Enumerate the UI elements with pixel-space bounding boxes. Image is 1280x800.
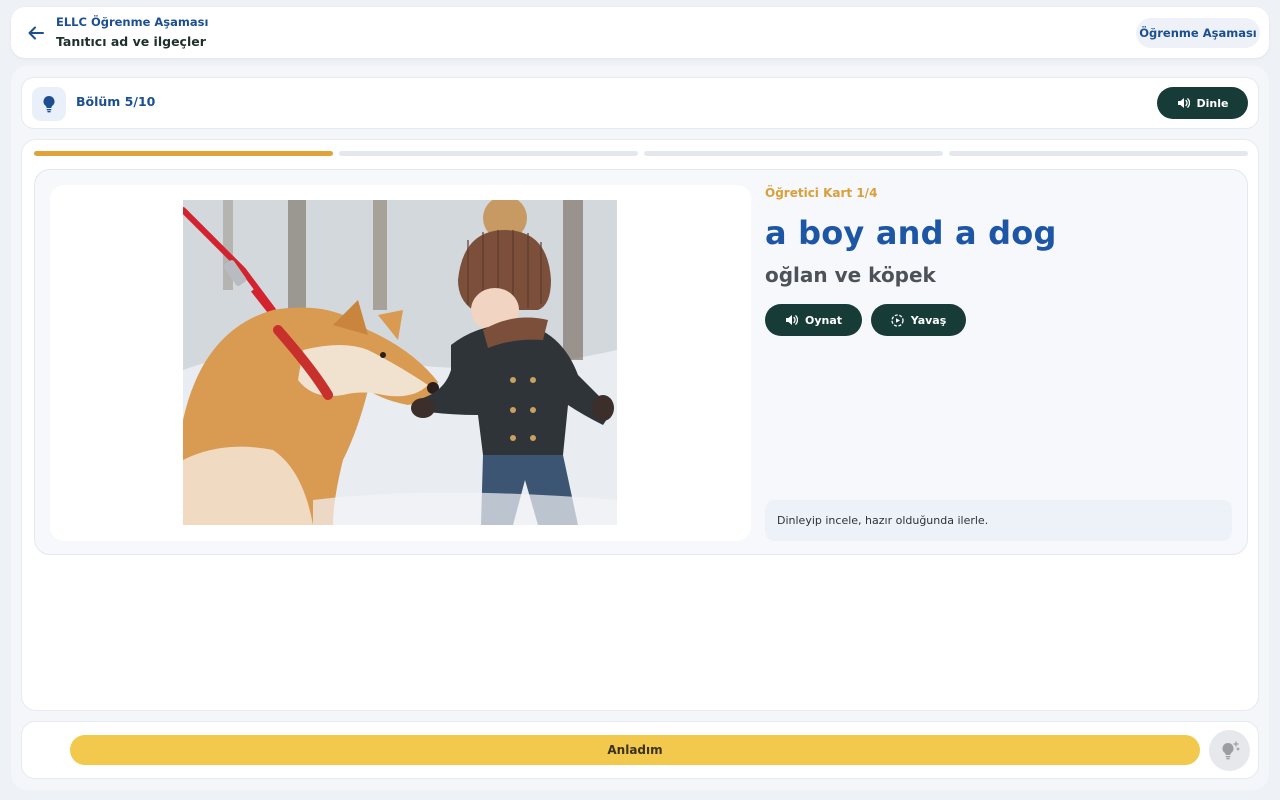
section-icon-box <box>32 87 66 121</box>
speaker-icon <box>785 315 798 325</box>
content-panel: Öğretici Kart 1/4 a boy and a dog oğlan … <box>21 139 1259 711</box>
progress-segment <box>34 151 333 156</box>
slow-play-button[interactable]: Yavaş <box>871 304 966 336</box>
tutorial-card: Öğretici Kart 1/4 a boy and a dog oğlan … <box>34 169 1248 555</box>
speaker-icon <box>1177 98 1190 108</box>
play-button[interactable]: Oynat <box>765 304 862 336</box>
audio-controls: Oynat Yavaş <box>765 304 966 336</box>
top-header: ELLC Öğrenme Aşaması Tanıtıcı ad ve ilge… <box>11 7 1269 58</box>
section-progress-label: Bölüm 5/10 <box>76 94 156 109</box>
image-container <box>50 185 751 541</box>
header-subtitle: ELLC Öğrenme Aşaması <box>56 15 209 29</box>
progress-segment <box>339 151 638 156</box>
card-counter: Öğretici Kart 1/4 <box>765 186 878 200</box>
bottom-bar: Anladım <box>21 721 1259 779</box>
section-bar: Bölüm 5/10 Dinle <box>21 77 1259 129</box>
card-progress <box>34 151 1248 156</box>
header-title: Tanıtıcı ad ve ilgeçler <box>56 34 206 49</box>
header-titles: ELLC Öğrenme Aşaması Tanıtıcı ad ve ilge… <box>56 15 208 52</box>
card-text-area: Öğretici Kart 1/4 a boy and a dog oğlan … <box>765 170 1235 554</box>
listen-button[interactable]: Dinle <box>1157 87 1248 119</box>
progress-segment <box>949 151 1248 156</box>
hint-button[interactable] <box>1209 730 1250 771</box>
card-translation: oğlan ve köpek <box>765 263 936 287</box>
play-label: Oynat <box>804 313 843 327</box>
lightbulb-sparkle-icon <box>1222 740 1240 759</box>
instruction-hint: Dinleyip incele, hazır olduğunda ilerle. <box>765 500 1232 541</box>
card-image <box>183 200 617 525</box>
confirm-button[interactable]: Anladım <box>70 735 1200 765</box>
slow-play-icon <box>891 313 904 327</box>
listen-label: Dinle <box>1196 96 1229 110</box>
progress-segment <box>644 151 943 156</box>
stage-badge[interactable]: Öğrenme Aşaması <box>1136 18 1260 48</box>
slow-label: Yavaş <box>910 313 947 327</box>
arrow-left-icon <box>28 26 44 40</box>
back-button[interactable] <box>25 22 47 44</box>
lightbulb-icon <box>43 96 55 113</box>
boy-and-dog-illustration <box>183 200 617 525</box>
card-word: a boy and a dog <box>765 214 1057 252</box>
